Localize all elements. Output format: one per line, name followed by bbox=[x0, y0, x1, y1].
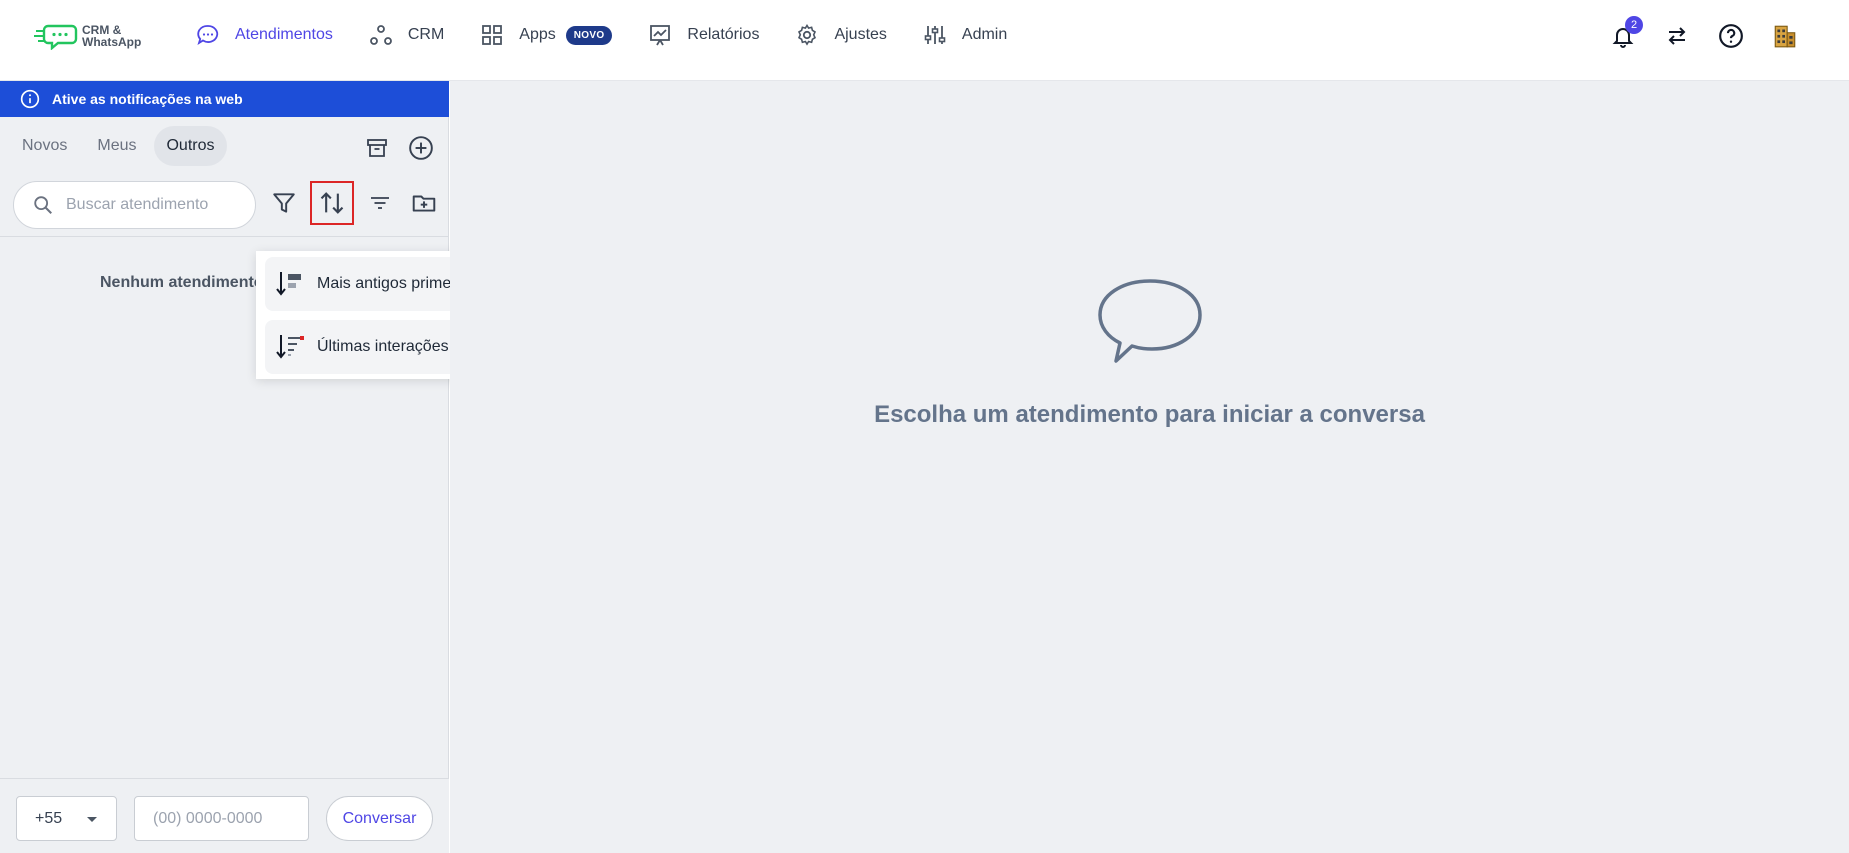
conversation-list-panel: Ative as notificações na web Novos Meus … bbox=[0, 81, 449, 853]
chat-bubble-icon bbox=[197, 25, 219, 46]
archive-button[interactable] bbox=[362, 133, 392, 163]
phone-input[interactable] bbox=[134, 796, 309, 841]
enable-notifications-bar[interactable]: Ative as notificações na web bbox=[0, 81, 449, 117]
novo-badge: NOVO bbox=[565, 25, 613, 45]
nav-item-admin[interactable]: Admin bbox=[923, 18, 1007, 52]
empty-conversation-state: Escolha um atendimento para iniciar a co… bbox=[450, 279, 1849, 429]
company-button[interactable] bbox=[1771, 22, 1799, 50]
tab-actions bbox=[362, 133, 450, 163]
sliders-icon bbox=[924, 26, 946, 44]
country-code-select[interactable]: +55 bbox=[16, 796, 117, 841]
start-conversation-footer: +55 Conversar bbox=[0, 778, 449, 853]
search-box bbox=[13, 181, 256, 229]
switch-account-button[interactable] bbox=[1663, 22, 1691, 50]
building-icon bbox=[1774, 25, 1796, 48]
apps-grid-icon bbox=[482, 25, 503, 45]
logo-line2: WhatsApp bbox=[82, 35, 142, 49]
nav-label-apps: Apps bbox=[519, 26, 556, 43]
sort-latest-lines-icon bbox=[276, 335, 304, 359]
new-folder-button[interactable] bbox=[406, 181, 442, 225]
help-button[interactable] bbox=[1717, 22, 1745, 50]
main-nav: Atendimentos CRM Apps NOVO Relatórios Aj… bbox=[196, 18, 1043, 52]
crm-nodes-icon bbox=[369, 25, 392, 45]
notifications-button[interactable]: 2 bbox=[1609, 16, 1643, 50]
logo-text: CRM & WhatsApp bbox=[82, 24, 162, 48]
archive-icon bbox=[367, 139, 387, 157]
nav-label-atendimentos: Atendimentos bbox=[235, 26, 333, 43]
filter-button[interactable] bbox=[266, 181, 302, 225]
nav-item-relatorios[interactable]: Relatórios bbox=[648, 18, 759, 52]
search-input[interactable] bbox=[66, 196, 246, 214]
folder-plus-icon bbox=[412, 195, 436, 212]
nav-item-crm[interactable]: CRM bbox=[369, 18, 444, 52]
sort-button[interactable] bbox=[310, 181, 354, 225]
nav-label-crm: CRM bbox=[407, 26, 445, 43]
sort-ascending-bars-icon bbox=[276, 272, 301, 296]
app-logo[interactable]: CRM & WhatsApp bbox=[34, 22, 162, 50]
top-right-actions: 2 bbox=[1609, 16, 1849, 54]
caret-down-icon bbox=[87, 817, 97, 822]
swap-arrows-icon bbox=[1668, 27, 1686, 45]
notification-count-badge: 2 bbox=[1625, 16, 1643, 34]
help-circle-icon bbox=[1719, 24, 1743, 48]
nav-label-ajustes: Ajustes bbox=[834, 26, 887, 43]
nav-label-relatorios: Relatórios bbox=[687, 26, 760, 43]
funnel-icon bbox=[273, 193, 295, 213]
country-code-value: +55 bbox=[35, 809, 63, 827]
empty-conversation-title: Escolha um atendimento para iniciar a co… bbox=[874, 401, 1425, 428]
conversation-tabs: Novos Meus Outros bbox=[10, 126, 233, 166]
sort-filter-lines-button[interactable] bbox=[362, 181, 398, 225]
sort-option-oldest-label: Mais antigos primeiro bbox=[317, 275, 470, 292]
search-icon bbox=[34, 196, 52, 214]
conversar-button[interactable]: Conversar bbox=[326, 796, 433, 841]
nav-item-ajustes[interactable]: Ajustes bbox=[795, 18, 887, 52]
list-divider bbox=[0, 236, 449, 237]
nav-item-atendimentos[interactable]: Atendimentos bbox=[196, 18, 333, 52]
top-navigation-bar: CRM & WhatsApp Atendimentos CRM Apps NOV… bbox=[0, 0, 1849, 81]
empty-list-text: Nenhum atendimento bbox=[100, 274, 264, 291]
nav-item-apps[interactable]: Apps NOVO bbox=[480, 18, 613, 52]
notify-bar-text: Ative as notificações na web bbox=[52, 91, 243, 107]
new-conversation-button[interactable] bbox=[406, 133, 436, 163]
whatsapp-logo-icon bbox=[34, 24, 78, 50]
speech-bubble-icon bbox=[1098, 279, 1202, 363]
tab-meus[interactable]: Meus bbox=[85, 126, 148, 166]
gear-icon bbox=[798, 23, 817, 46]
sort-arrows-icon bbox=[320, 192, 344, 214]
tab-novos[interactable]: Novos bbox=[10, 126, 79, 166]
tab-outros[interactable]: Outros bbox=[154, 126, 227, 166]
nav-label-admin: Admin bbox=[961, 26, 1008, 43]
plus-circle-icon bbox=[409, 136, 433, 160]
list-tools bbox=[266, 181, 450, 225]
filter-lines-icon bbox=[371, 197, 389, 209]
report-chart-icon bbox=[650, 25, 671, 46]
conversation-main-area: Escolha um atendimento para iniciar a co… bbox=[450, 81, 1849, 853]
info-icon bbox=[20, 89, 40, 109]
